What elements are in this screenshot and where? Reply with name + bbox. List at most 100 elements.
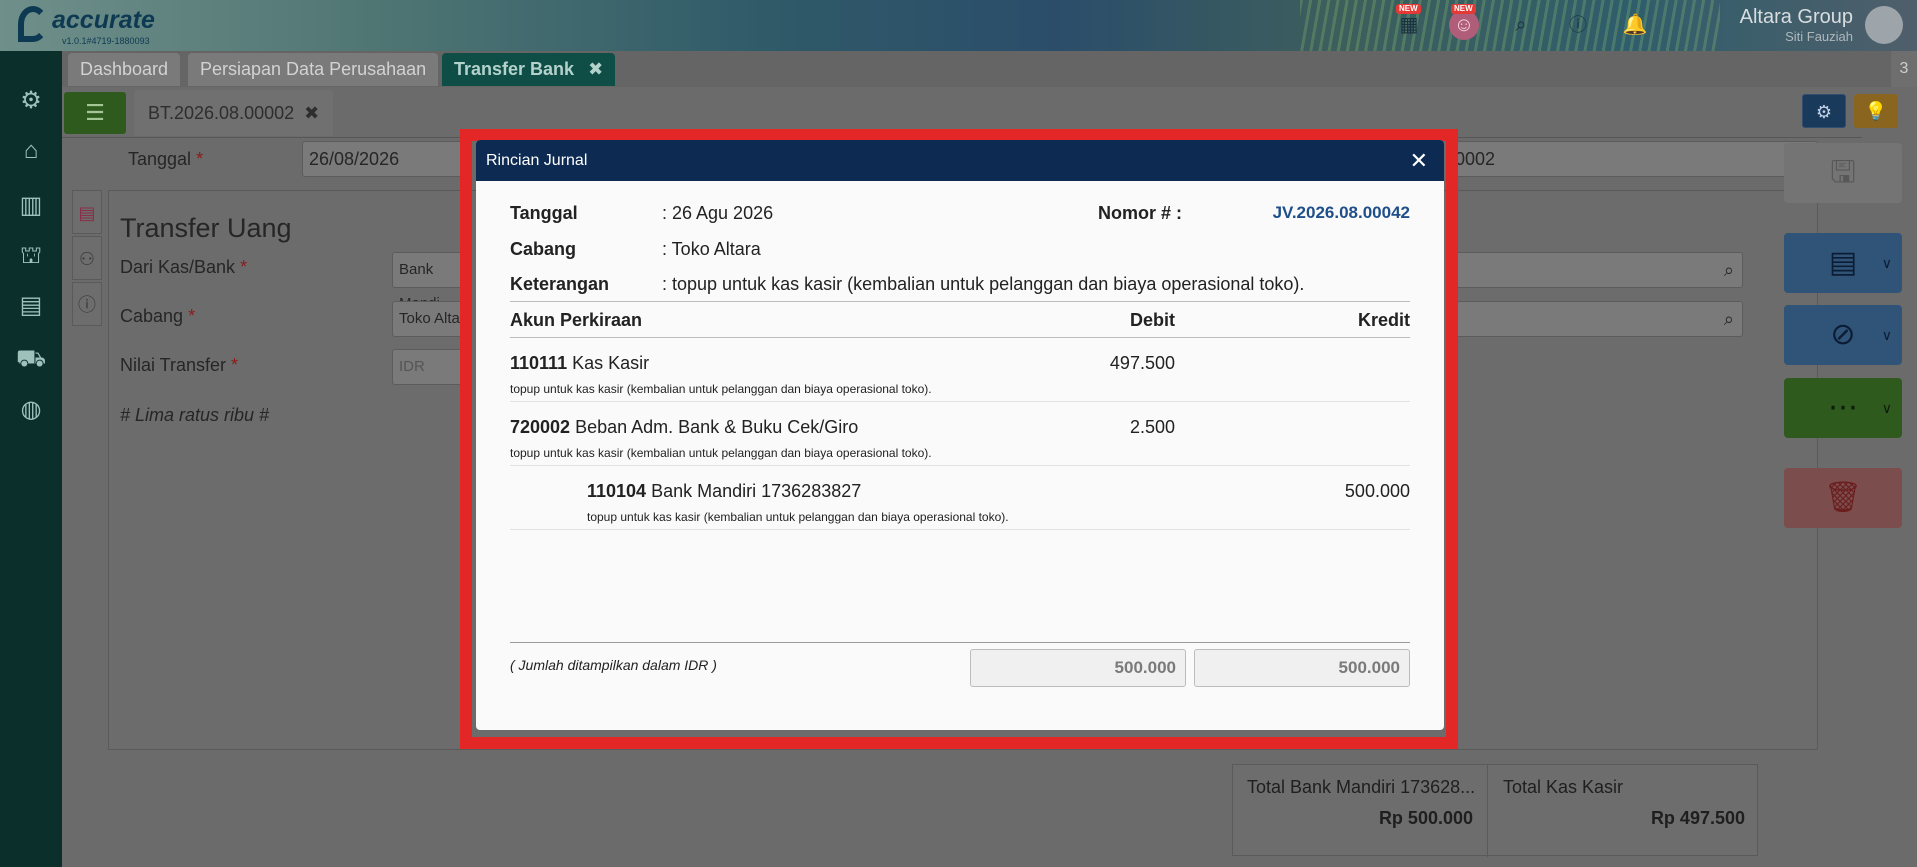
tab-label: Dashboard: [80, 59, 169, 79]
help-icon[interactable]: ⓘ: [1563, 10, 1593, 40]
app-version: v1.0.1#4719-1880093: [62, 36, 150, 46]
account-cell: 110104 Bank Mandiri 1736283827: [587, 481, 861, 502]
document-number: BT.2026.08.00002: [148, 103, 295, 123]
cabang-label: Cabang: [510, 239, 577, 259]
modal-header: Rincian Jurnal ✕: [476, 140, 1444, 181]
nomor-value: 0002: [1455, 149, 1496, 169]
required-mark: *: [231, 355, 239, 375]
total-label: Total Kas Kasir: [1503, 777, 1624, 797]
tab-label: Transfer Bank: [454, 59, 575, 79]
search-icon[interactable]: ⌕: [1724, 253, 1734, 287]
mascot-icon[interactable]: ☺ NEW: [1449, 4, 1479, 40]
bell-icon[interactable]: 🔔: [1620, 10, 1650, 40]
building-icon[interactable]: ▥: [16, 191, 46, 221]
column-akun: Akun Perkiraan: [510, 310, 643, 330]
warehouse-icon[interactable]: ⌂: [16, 136, 46, 166]
top-bar: accurate v1.0.1#4719-1880093 ▦ NEW ☺ NEW ⌕…: [0, 0, 1917, 51]
tab-transfer-bank[interactable]: Transfer Bank ✖: [442, 53, 616, 86]
total-debit-field: 500.000: [970, 649, 1186, 687]
total-label: Total Bank Mandiri 173628...: [1247, 777, 1476, 797]
delete-button[interactable]: 🗑: [1784, 468, 1902, 528]
account-name: Bank Mandiri 1736283827: [651, 481, 862, 501]
column-kredit: Kredit: [1357, 310, 1410, 330]
cabang-input-right[interactable]: ⌕: [1448, 301, 1743, 337]
document-tab[interactable]: BT.2026.08.00002 ✖: [134, 90, 334, 136]
search-icon[interactable]: ⌕: [1506, 10, 1536, 40]
search-icon[interactable]: ⌕: [1724, 302, 1734, 336]
column-debit: Debit: [1130, 310, 1175, 330]
label-text: Dari Kas/Bank: [120, 257, 236, 277]
required-mark: *: [188, 306, 196, 326]
bank-icon[interactable]: ⛫: [16, 241, 46, 271]
total-value: Rp 500.000: [1378, 808, 1473, 828]
chevron-down-icon: ∨: [1881, 327, 1892, 343]
modal-title: Rincian Jurnal: [486, 152, 588, 169]
total-bank: Total Bank Mandiri 173628... Rp 500.000: [1233, 765, 1488, 857]
journal-number-link[interactable]: JV.2026.08.00042: [1273, 203, 1410, 223]
settings-icon[interactable]: ⚙: [16, 86, 46, 116]
debit-cell: 497.500: [1109, 353, 1175, 373]
dari-input-right[interactable]: ⌕: [1448, 252, 1743, 288]
tanggal-input[interactable]: 26/08/2026: [302, 141, 472, 177]
tab-dashboard[interactable]: Dashboard: [68, 53, 181, 86]
report-icon[interactable]: ◍: [16, 395, 46, 425]
required-mark: *: [196, 149, 204, 169]
inventory-icon[interactable]: ▤: [16, 291, 46, 321]
tanggal-label: Tanggal *: [128, 149, 203, 170]
sidebar: ⚙ ⌂ ▥ ⛫ ▤ ⛟ ◍: [0, 51, 62, 867]
company-name: Altara Group: [1739, 6, 1853, 28]
nomor-input[interactable]: 0002✖: [1448, 141, 1818, 177]
app-logo[interactable]: accurate v1.0.1#4719-1880093: [14, 4, 164, 48]
document-icon[interactable]: ▤: [72, 190, 102, 234]
attachment-button[interactable]: ⊘ ∨: [1784, 305, 1902, 365]
currency-note: ( Jumlah ditampilkan dalam IDR ): [510, 657, 717, 673]
label-text: Nilai Transfer: [120, 355, 227, 375]
nilai-label: Nilai Transfer *: [120, 355, 238, 376]
close-icon[interactable]: ✖: [304, 103, 319, 123]
label-text: Tanggal: [128, 149, 192, 169]
row-description: topup untuk kas kasir (kembalian untuk p…: [510, 382, 932, 396]
document-button[interactable]: ▤ ∨: [1784, 233, 1902, 293]
tab-persiapan-data[interactable]: Persiapan Data Perusahaan: [188, 53, 439, 86]
tab-count[interactable]: 3: [1891, 51, 1917, 87]
page-title: Transfer Uang: [120, 213, 292, 243]
save-button[interactable]: 🖫: [1784, 143, 1902, 203]
account-code: 720002: [510, 417, 571, 437]
label-text: Cabang: [120, 306, 184, 326]
close-icon[interactable]: ✖: [588, 59, 603, 79]
dari-label: Dari Kas/Bank *: [120, 257, 247, 278]
account-cell: 110111 Kas Kasir: [510, 353, 649, 374]
company-info[interactable]: Altara Group Siti Fauziah: [1740, 6, 1853, 44]
table-row: 720002 Beban Adm. Bank & Buku Cek/Giro t…: [510, 402, 1410, 466]
debit-cell: 2.500: [1129, 417, 1175, 437]
avatar[interactable]: [1865, 6, 1903, 44]
gear-button[interactable]: ⚙: [1802, 94, 1846, 128]
keterangan-label: Keterangan: [510, 274, 610, 294]
table-header: Akun Perkiraan Debit Kredit: [510, 301, 1410, 338]
chevron-down-icon: ∨: [1881, 400, 1892, 416]
keterangan-value: : topup untuk kas kasir (kembalian untuk…: [662, 274, 1305, 294]
account-code: 110111: [510, 353, 568, 373]
chevron-down-icon: ∨: [1881, 255, 1892, 271]
close-icon[interactable]: ✕: [1410, 140, 1428, 181]
apps-grid-icon[interactable]: ▦ NEW: [1394, 4, 1424, 40]
tanggal-value: : 26 Agu 2026: [662, 203, 774, 223]
more-button[interactable]: ⋯ ∨: [1784, 378, 1902, 438]
account-code: 110104: [587, 481, 647, 501]
account-cell: 720002 Beban Adm. Bank & Buku Cek/Giro: [510, 417, 858, 438]
tabs-bar: Dashboard Persiapan Data Perusahaan Tran…: [62, 51, 1917, 87]
tips-button[interactable]: 💡: [1854, 94, 1898, 128]
logo-mark-icon: [18, 6, 48, 42]
required-mark: *: [240, 257, 248, 277]
account-name: Beban Adm. Bank & Buku Cek/Giro: [575, 417, 859, 437]
row-description: topup untuk kas kasir (kembalian untuk p…: [510, 446, 932, 460]
totals-panel: Total Bank Mandiri 173628... Rp 500.000 …: [1232, 764, 1759, 857]
cabang-label: Cabang *: [120, 306, 195, 327]
info-icon[interactable]: ⓘ: [72, 282, 102, 326]
list-button[interactable]: ☰: [64, 92, 126, 134]
kredit-cell: 500.000: [1344, 481, 1410, 501]
cart-icon[interactable]: ⛟: [16, 344, 46, 374]
user-money-icon[interactable]: ⚇: [72, 236, 102, 280]
total-kas: Total Kas Kasir Rp 497.500: [1489, 765, 1759, 857]
tab-label: Persiapan Data Perusahaan: [200, 59, 427, 79]
